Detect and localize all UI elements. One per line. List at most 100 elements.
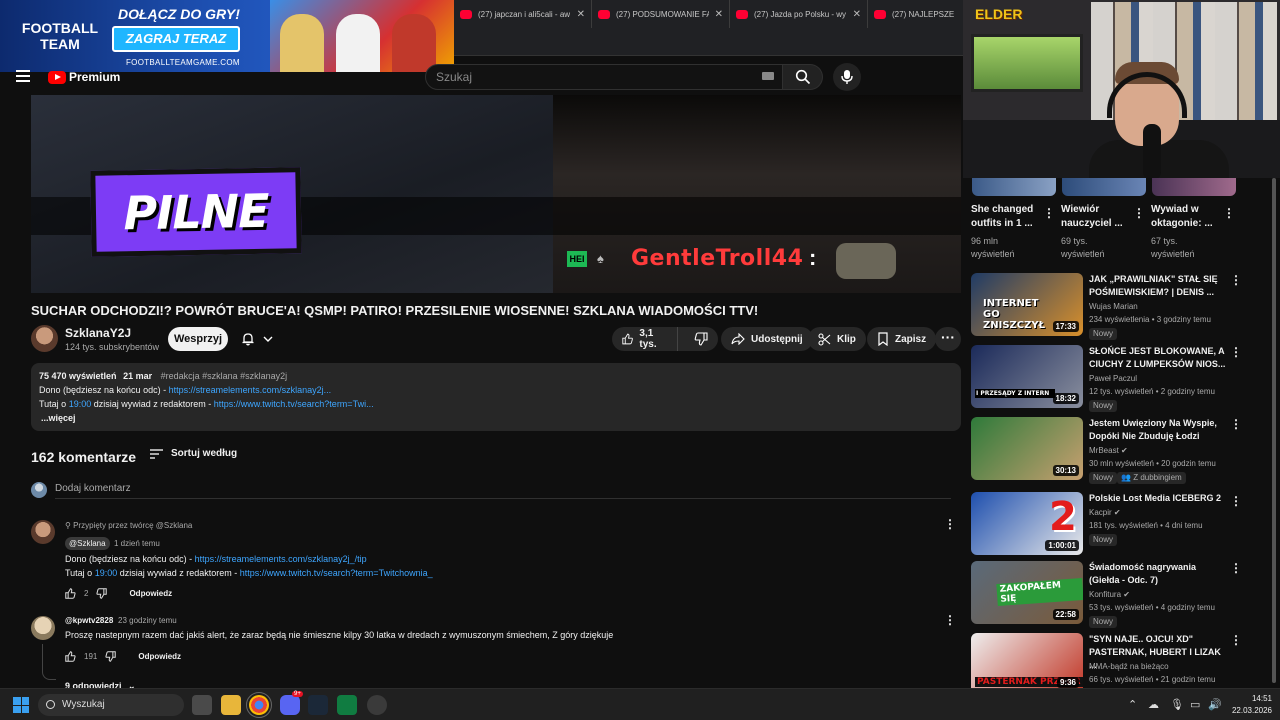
comment-donation-link[interactable]: https://streamelements.com/szklanay2j_/t… bbox=[195, 554, 367, 564]
chevron-up-icon[interactable]: ⌃ bbox=[1128, 698, 1137, 711]
video-menu-icon[interactable]: ⋮ bbox=[1230, 633, 1242, 647]
volume-icon[interactable]: 🔊 bbox=[1208, 698, 1222, 711]
sort-button[interactable]: Sortuj według bbox=[150, 448, 237, 459]
microphone-icon[interactable]: 🎙 bbox=[1170, 698, 1184, 711]
comment-twitch-link[interactable]: https://www.twitch.tv/search?term=Twitch… bbox=[240, 568, 433, 578]
close-icon[interactable]: ✕ bbox=[715, 9, 723, 20]
recommended-video[interactable]: I PRZESĄDY Z INTERN 18:32 SŁOŃCE JEST BL… bbox=[971, 345, 1271, 412]
short-title[interactable]: Wywiad w oktagonie: ... bbox=[1151, 203, 1217, 231]
share-button[interactable]: Udostępnij bbox=[721, 327, 813, 351]
chrome-icon[interactable] bbox=[246, 692, 272, 718]
browser-tab[interactable]: (27) NAJLEPSZE MOME bbox=[868, 0, 963, 28]
short-thumbnail[interactable] bbox=[972, 178, 1056, 196]
file-explorer-icon[interactable] bbox=[221, 695, 241, 715]
short-menu-icon[interactable]: ⋮ bbox=[1133, 206, 1145, 220]
video-title[interactable]: JAK „PRAWILNIAK" STAŁ SIĘ POŚMIEWISKIEM?… bbox=[1089, 273, 1229, 299]
short-title[interactable]: Wiewiór nauczyciel ... bbox=[1061, 203, 1123, 231]
browser-tab[interactable]: (27) PODSUMOWANIE FA ✕ bbox=[592, 0, 730, 28]
video-title[interactable]: SŁOŃCE JEST BLOKOWANE, A CIUCHY Z LUMPEK… bbox=[1089, 345, 1229, 371]
browser-address-bar[interactable] bbox=[454, 28, 963, 56]
close-icon[interactable]: ✕ bbox=[577, 9, 585, 20]
comment-avatar[interactable] bbox=[31, 616, 55, 640]
channel-avatar[interactable] bbox=[31, 325, 58, 352]
recommended-video[interactable]: 30:13 Jestem Uwięziony Na Wyspie, Dopóki… bbox=[971, 417, 1271, 484]
dislike-button[interactable] bbox=[684, 327, 718, 351]
video-menu-icon[interactable]: ⋮ bbox=[1230, 561, 1242, 575]
sidebar-scrollbar[interactable] bbox=[1272, 178, 1276, 683]
channel-name[interactable]: MMA-bądź na bieżąco bbox=[1089, 662, 1169, 671]
comment-author[interactable]: @kpwtv2828 bbox=[65, 616, 113, 625]
ad-play-button[interactable]: ZAGRAJ TERAZ bbox=[112, 26, 240, 52]
comment-timestamp-link[interactable]: 19:00 bbox=[95, 568, 118, 578]
video-thumbnail[interactable]: 30:13 bbox=[971, 417, 1083, 480]
channel-name[interactable]: Kacpir ✔ bbox=[1089, 508, 1121, 517]
channel-name[interactable]: MrBeast ✔ bbox=[1089, 446, 1128, 455]
video-title[interactable]: Polskie Lost Media ICEBERG 2 bbox=[1089, 492, 1229, 505]
reply-button[interactable]: Odpowiedz bbox=[138, 652, 181, 661]
ad-banner[interactable]: FOOTBALL TEAM DOŁĄCZ DO GRY! ZAGRAJ TERA… bbox=[0, 0, 454, 72]
like-button[interactable]: 3,1 tys. bbox=[612, 327, 678, 351]
recommended-video[interactable]: PASTERNAK PRZEGR 9:36 "SYN NAJE.. OJCU! … bbox=[971, 633, 1271, 688]
timestamp-link[interactable]: 19:00 bbox=[69, 399, 92, 409]
recommended-video[interactable]: ZAKOPAŁEM SIĘ 22:58 Świadomość nagrywani… bbox=[971, 561, 1271, 628]
video-menu-icon[interactable]: ⋮ bbox=[1230, 273, 1242, 287]
steam-icon[interactable] bbox=[308, 695, 328, 715]
search-button[interactable] bbox=[783, 64, 823, 90]
video-menu-icon[interactable]: ⋮ bbox=[1230, 417, 1242, 431]
video-thumbnail[interactable]: INTERNET GO ZNISZCZYŁ 17:33 bbox=[971, 273, 1083, 336]
short-title[interactable]: She changed outfits in 1 ... bbox=[971, 203, 1053, 231]
save-button[interactable]: Zapisz bbox=[867, 327, 937, 351]
recommended-video[interactable]: INTERNET GO ZNISZCZYŁ 17:33 JAK „PRAWILN… bbox=[971, 273, 1271, 340]
channel-name[interactable]: SzklanaY2J bbox=[65, 326, 131, 340]
network-icon[interactable]: ▭ bbox=[1190, 698, 1200, 711]
close-icon[interactable]: ✕ bbox=[853, 9, 861, 20]
browser-tab[interactable]: (27) Jazda po Polsku - wy ✕ bbox=[730, 0, 868, 28]
windows-start-icon[interactable] bbox=[13, 697, 29, 713]
notification-bell-button[interactable] bbox=[233, 327, 281, 351]
discord-icon[interactable]: 9+ bbox=[280, 691, 303, 715]
search-input[interactable]: Szukaj bbox=[425, 64, 783, 90]
more-actions-button[interactable]: ··· bbox=[935, 327, 961, 351]
add-comment-input[interactable]: Dodaj komentarz bbox=[55, 483, 131, 494]
comment-author-chip[interactable]: @Szklana bbox=[65, 537, 110, 550]
video-thumbnail[interactable]: PASTERNAK PRZEGR 9:36 bbox=[971, 633, 1083, 688]
system-clock[interactable]: 14:51 22.03.2026 bbox=[1226, 693, 1272, 717]
task-view-icon[interactable] bbox=[192, 695, 212, 715]
short-thumbnail[interactable] bbox=[1062, 178, 1146, 196]
comment-menu-icon[interactable]: ⋮ bbox=[944, 613, 956, 627]
twitch-link[interactable]: https://www.twitch.tv/search?term=Twi... bbox=[214, 399, 374, 409]
comment-menu-icon[interactable]: ⋮ bbox=[944, 517, 956, 531]
video-thumbnail[interactable]: 2 1:00:01 bbox=[971, 492, 1083, 555]
support-button[interactable]: Wesprzyj bbox=[168, 327, 228, 351]
browser-tab[interactable]: (27) japczan i ali5cali - aw ✕ bbox=[454, 0, 592, 28]
short-thumbnail[interactable] bbox=[1152, 178, 1236, 196]
video-player[interactable]: PILNE HEI ♠ GentleTroll44 : bbox=[31, 95, 961, 293]
obs-icon[interactable] bbox=[367, 695, 387, 715]
thumbs-up-icon[interactable] bbox=[65, 588, 76, 599]
clip-button[interactable]: Klip bbox=[808, 327, 866, 351]
comment-time[interactable]: 23 godziny temu bbox=[118, 616, 177, 625]
channel-name[interactable]: Konfitura ✔ bbox=[1089, 590, 1130, 599]
comment-avatar[interactable] bbox=[31, 520, 55, 544]
video-thumbnail[interactable]: ZAKOPAŁEM SIĘ 22:58 bbox=[971, 561, 1083, 624]
excel-icon[interactable] bbox=[337, 695, 357, 715]
thumbs-down-icon[interactable] bbox=[105, 651, 117, 662]
thumbs-up-icon[interactable] bbox=[65, 651, 76, 662]
comment-time[interactable]: 1 dzień temu bbox=[114, 539, 160, 548]
youtube-logo[interactable]: Premium bbox=[48, 70, 120, 84]
description-tags[interactable]: #redakcja #szklana #szklanay2j bbox=[161, 371, 288, 381]
show-more-button[interactable]: ...więcej bbox=[41, 411, 953, 425]
short-menu-icon[interactable]: ⋮ bbox=[1223, 206, 1235, 220]
channel-name[interactable]: Wujas Marian bbox=[1089, 302, 1138, 311]
video-menu-icon[interactable]: ⋮ bbox=[1230, 494, 1242, 508]
menu-icon[interactable] bbox=[16, 70, 30, 82]
voice-search-button[interactable] bbox=[833, 63, 861, 91]
recommended-video[interactable]: 2 1:00:01 Polskie Lost Media ICEBERG 2 K… bbox=[971, 492, 1271, 556]
video-menu-icon[interactable]: ⋮ bbox=[1230, 345, 1242, 359]
reply-button[interactable]: Odpowiedz bbox=[129, 589, 172, 598]
video-thumbnail[interactable]: I PRZESĄDY Z INTERN 18:32 bbox=[971, 345, 1083, 408]
donation-link[interactable]: https://streamelements.com/szklanay2j... bbox=[169, 385, 332, 395]
video-description[interactable]: 75 470 wyświetleń 21 mar #redakcja #szkl… bbox=[31, 363, 961, 431]
short-menu-icon[interactable]: ⋮ bbox=[1043, 206, 1055, 220]
thumbs-down-icon[interactable] bbox=[96, 588, 108, 599]
